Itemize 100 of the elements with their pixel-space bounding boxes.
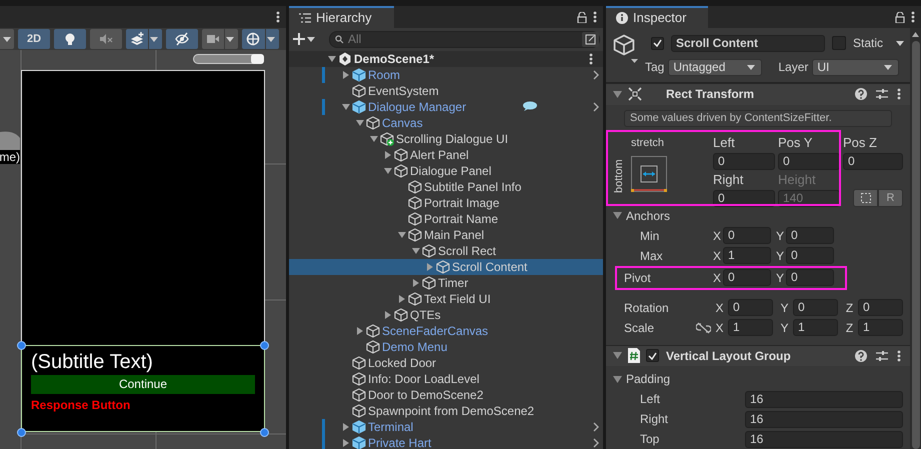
object-icon-picker[interactable] <box>613 34 639 64</box>
lighting-toggle[interactable] <box>54 29 86 49</box>
hierarchy-item[interactable]: Terminal <box>289 419 603 435</box>
number-field[interactable]: 1 <box>793 319 838 336</box>
search-field[interactable]: All <box>329 30 600 48</box>
expanded-arrow-icon[interactable] <box>398 232 406 238</box>
hierarchy-item[interactable]: Portrait Name <box>289 211 603 227</box>
resize-handle[interactable] <box>260 341 269 350</box>
number-field[interactable]: 0 <box>793 299 838 316</box>
expanded-arrow-icon[interactable] <box>613 352 622 360</box>
resize-handle[interactable] <box>17 341 26 350</box>
hierarchy-item[interactable]: SceneFaderCanvas <box>289 323 603 339</box>
hierarchy-item[interactable]: Demo Menu <box>289 339 603 355</box>
checkbox[interactable] <box>651 36 664 50</box>
hierarchy-item[interactable]: Canvas <box>289 115 603 131</box>
visibility-toggle[interactable] <box>166 29 198 49</box>
lock-icon[interactable] <box>895 12 905 22</box>
number-field[interactable]: 0 <box>786 247 834 264</box>
more-menu-icon[interactable] <box>276 11 280 23</box>
mode-2d-toggle[interactable]: 2D <box>18 29 50 49</box>
hierarchy-item[interactable]: Alert Panel <box>289 147 603 163</box>
more-menu-icon[interactable] <box>593 11 597 23</box>
number-field[interactable]: 0 <box>786 227 834 244</box>
unlinked-chain-icon[interactable] <box>696 322 711 334</box>
collapsed-arrow-icon[interactable] <box>343 71 349 79</box>
expanded-arrow-icon[interactable] <box>356 120 364 126</box>
presets-icon[interactable] <box>876 350 888 362</box>
anchor-preset-button[interactable] <box>631 156 667 192</box>
chevron-right-icon[interactable] <box>593 102 599 112</box>
scrollbar[interactable] <box>910 28 921 449</box>
hierarchy-item[interactable]: QTEs <box>289 307 603 323</box>
hierarchy-item[interactable]: Room <box>289 67 603 83</box>
expanded-arrow-icon[interactable] <box>342 104 350 110</box>
presets-icon[interactable] <box>876 88 888 100</box>
collapsed-arrow-icon[interactable] <box>385 151 391 159</box>
gizmos-dropdown[interactable] <box>242 29 279 49</box>
collapsed-arrow-icon[interactable] <box>413 279 419 287</box>
hierarchy-item[interactable]: Scroll Rect <box>289 243 603 259</box>
expanded-arrow-icon[interactable] <box>613 90 622 98</box>
number-field[interactable]: 1 <box>858 319 903 336</box>
inspector-tab[interactable]: Inspector <box>606 6 708 28</box>
response-button[interactable]: Response Button <box>31 398 255 412</box>
number-field[interactable]: 0 <box>778 152 840 170</box>
camera-dropdown[interactable] <box>202 29 238 49</box>
more-menu-icon[interactable] <box>897 88 901 100</box>
maximize-icon[interactable] <box>582 32 599 46</box>
resize-handle[interactable] <box>260 428 269 437</box>
blueprint-button[interactable] <box>853 188 878 206</box>
number-field[interactable]: 0 <box>723 227 771 244</box>
continue-button[interactable]: Continue <box>31 375 255 394</box>
number-field[interactable]: 0 <box>858 299 903 316</box>
checkbox[interactable] <box>646 349 659 362</box>
hierarchy-item[interactable]: Info: Door LoadLevel <box>289 371 603 387</box>
number-field[interactable]: 1 <box>728 319 773 336</box>
expanded-arrow-icon[interactable] <box>384 168 392 174</box>
chevron-right-icon[interactable] <box>593 70 599 80</box>
hierarchy-item[interactable]: Timer <box>289 275 603 291</box>
collapsed-arrow-icon[interactable] <box>343 423 349 431</box>
hierarchy-item[interactable]: Dialogue Panel <box>289 163 603 179</box>
collapsed-arrow-icon[interactable] <box>399 295 405 303</box>
scene-header-row[interactable]: DemoScene1* <box>289 51 603 67</box>
expanded-arrow-icon[interactable] <box>613 376 622 382</box>
audio-toggle[interactable] <box>90 29 122 49</box>
help-icon[interactable] <box>855 88 867 100</box>
collapsed-arrow-icon[interactable] <box>427 263 433 271</box>
number-field[interactable]: 0 <box>843 152 903 170</box>
slider-thumb[interactable] <box>251 54 264 64</box>
tag-dropdown[interactable]: Untagged <box>668 58 762 76</box>
hierarchy-item[interactable]: Subtitle Panel Info <box>289 179 603 195</box>
hierarchy-item[interactable]: Scroll Content <box>289 259 603 275</box>
hierarchy-item[interactable]: Dialogue Manager <box>289 99 603 115</box>
hierarchy-item[interactable]: Portrait Image <box>289 195 603 211</box>
hierarchy-item[interactable]: Text Field UI <box>289 291 603 307</box>
dropdown-button[interactable] <box>0 29 14 49</box>
effects-toggle[interactable] <box>126 29 162 49</box>
lock-icon[interactable] <box>577 12 587 22</box>
more-menu-icon[interactable] <box>589 53 593 65</box>
scroll-up-icon[interactable] <box>912 32 919 37</box>
help-icon[interactable] <box>855 350 867 362</box>
collapsed-arrow-icon[interactable] <box>343 439 349 447</box>
layer-dropdown[interactable]: UI <box>812 58 900 76</box>
number-field[interactable]: 0 <box>786 269 834 286</box>
hierarchy-item[interactable]: Spawnpoint from DemoScene2 <box>289 403 603 419</box>
scroll-thumb[interactable] <box>912 41 920 449</box>
expanded-arrow-icon[interactable] <box>370 136 378 142</box>
hierarchy-item[interactable]: Scrolling Dialogue UI <box>289 131 603 147</box>
checkbox[interactable] <box>832 36 846 50</box>
zoom-slider[interactable] <box>193 54 264 64</box>
expanded-arrow-icon[interactable] <box>328 56 336 62</box>
number-field[interactable]: 1 <box>723 247 771 264</box>
more-menu-icon[interactable] <box>897 350 901 362</box>
collapsed-arrow-icon[interactable] <box>357 327 363 335</box>
expanded-arrow-icon[interactable] <box>613 212 622 219</box>
collapsed-arrow-icon[interactable] <box>385 311 391 319</box>
number-field[interactable]: 16 <box>745 390 903 408</box>
name-field[interactable]: Scroll Content <box>671 34 825 52</box>
selected-panel[interactable]: (Subtitle Text) Continue Response Button <box>21 345 265 432</box>
number-field[interactable]: 0 <box>723 269 771 286</box>
more-menu-icon[interactable] <box>911 11 915 23</box>
hierarchy-item[interactable]: Door to DemoScene2 <box>289 387 603 403</box>
